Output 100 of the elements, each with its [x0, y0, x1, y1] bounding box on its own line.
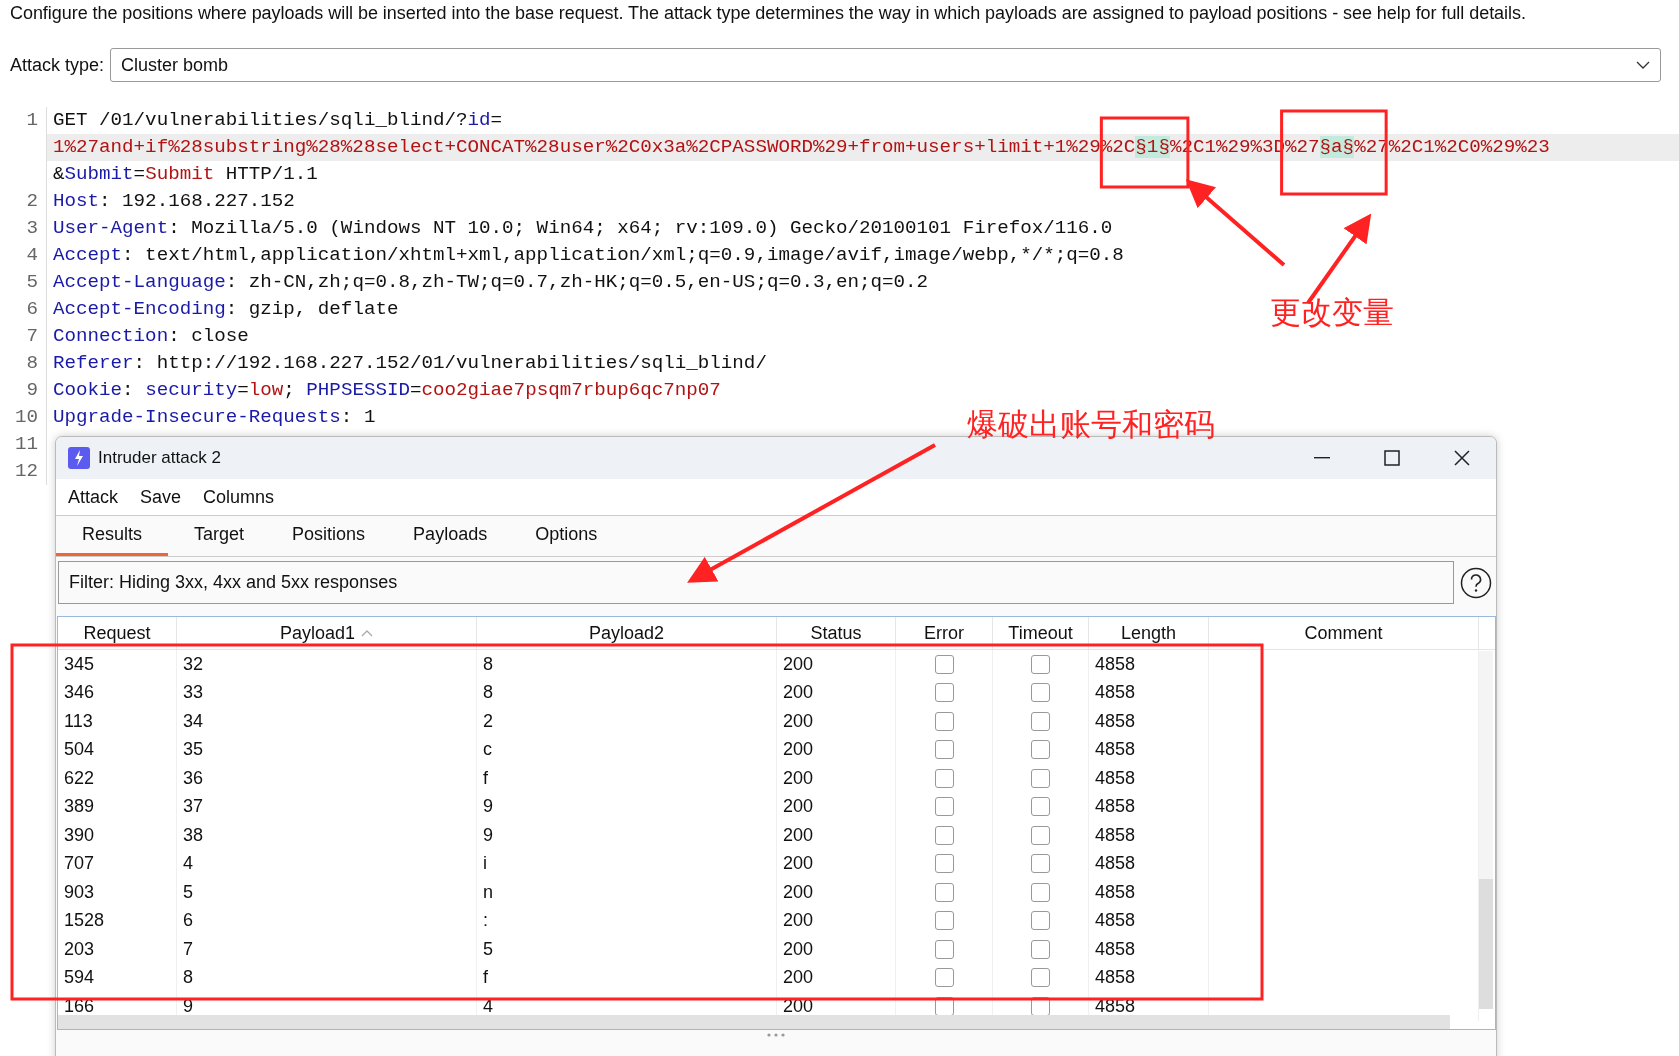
menu-item[interactable]: Save	[140, 486, 182, 508]
checkbox[interactable]	[934, 711, 954, 731]
table-cell: 38	[177, 821, 477, 850]
table-cell: 5	[177, 878, 477, 907]
checkbox[interactable]	[934, 768, 954, 788]
checkbox[interactable]	[1031, 854, 1050, 874]
header-name: Referer	[53, 352, 134, 374]
close-icon[interactable]	[1454, 450, 1470, 466]
checkbox[interactable]	[1031, 825, 1050, 845]
filter-bar[interactable]: Filter: Hiding 3xx, 4xx and 5xx responses	[58, 561, 1454, 604]
column-header[interactable]: Error	[896, 617, 993, 649]
tab[interactable]: Positions	[270, 516, 388, 556]
checkbox[interactable]	[1031, 911, 1050, 931]
checkbox[interactable]	[934, 683, 954, 703]
table-cell: 35	[177, 735, 477, 764]
table-cell: 4858	[1089, 963, 1209, 992]
checkbox[interactable]	[1031, 711, 1050, 731]
code-text: : text/html,application/xhtml+xml,application/xml;q=0.9,image/avif,image/webp,*/*;q=0.8	[122, 244, 1124, 266]
code-text: HTTP/1.1	[224, 163, 318, 185]
column-header[interactable]: Length	[1089, 617, 1209, 649]
tab[interactable]: Results	[56, 516, 169, 556]
line-number: 6	[10, 296, 47, 323]
lightning-icon	[68, 447, 90, 469]
column-header[interactable]: Comment	[1209, 617, 1479, 649]
checkbox[interactable]	[934, 825, 954, 845]
code-text: : zh-CN,zh;q=0.8,zh-TW;q=0.7,zh-HK;q=0.5,en-US;q=0.3,en;q=0.2	[225, 271, 929, 293]
checkbox[interactable]	[1031, 740, 1050, 760]
attack-type-label: Attack type:	[10, 54, 105, 76]
checkbox[interactable]	[1031, 939, 1050, 959]
column-header[interactable]: Status	[777, 617, 896, 649]
maximize-icon[interactable]	[1384, 450, 1400, 466]
table-cell: 203	[58, 935, 177, 964]
column-header[interactable]: Payload2	[477, 617, 777, 649]
column-header[interactable]: Timeout	[993, 617, 1089, 649]
table-cell: 4	[177, 849, 477, 878]
checkbox[interactable]	[934, 882, 954, 902]
checkbox[interactable]	[934, 911, 954, 931]
column-header[interactable]: Payload1	[177, 617, 477, 649]
code-text: : close	[168, 325, 249, 347]
minimize-icon[interactable]	[1314, 457, 1330, 459]
scrollbar[interactable]	[1479, 651, 1493, 1009]
table-cell: 5	[477, 935, 777, 964]
table-cell: 4858	[1089, 906, 1209, 935]
checkbox[interactable]	[934, 854, 954, 874]
checkbox[interactable]	[934, 740, 954, 760]
line-number: 3	[10, 215, 47, 242]
help-icon[interactable]	[1460, 566, 1492, 599]
tab[interactable]: Options	[513, 516, 620, 556]
line-number: 12	[10, 458, 47, 485]
checkbox[interactable]	[1031, 683, 1050, 703]
header-name: Submit	[64, 163, 134, 185]
code-text: : 1	[340, 406, 376, 428]
table-cell: 200	[777, 650, 896, 679]
table-cell: 200	[777, 906, 896, 935]
line-number: 10	[10, 404, 47, 431]
annotation-text: 更改变量	[1270, 293, 1394, 332]
table-cell: 2	[477, 707, 777, 736]
table-cell: 8	[177, 963, 477, 992]
menu-item[interactable]: Attack	[68, 486, 119, 508]
checkbox[interactable]	[1031, 654, 1050, 674]
table-cell: 903	[58, 878, 177, 907]
table-cell: 200	[777, 963, 896, 992]
checkbox[interactable]	[1031, 968, 1050, 988]
menu-item[interactable]: Columns	[203, 486, 275, 508]
header-name: Upgrade-Insecure-Requests	[53, 406, 341, 428]
tab[interactable]: Target	[172, 516, 267, 556]
table-cell: c	[477, 735, 777, 764]
checkbox[interactable]	[934, 968, 954, 988]
table-cell: 4858	[1089, 935, 1209, 964]
tab[interactable]: Payloads	[391, 516, 510, 556]
table-cell: 4858	[1089, 849, 1209, 878]
column-header[interactable]: Request	[58, 617, 177, 649]
horizontal-scrollbar[interactable]	[58, 1015, 1450, 1029]
description-text: Configure the positions where payloads will be inserted into the base request. The attack type determines the way in which payloads are assigned to payload positions - see help for full details.	[9, 2, 1527, 24]
table-cell: 113	[58, 707, 177, 736]
checkbox[interactable]	[934, 797, 954, 817]
annotation-text: 爆破出账号和密码	[967, 405, 1215, 444]
resize-handle[interactable]	[766, 1033, 786, 1037]
table-cell: 200	[777, 792, 896, 821]
checkbox[interactable]	[1031, 882, 1050, 902]
table-cell: 200	[777, 735, 896, 764]
table-cell: 200	[777, 878, 896, 907]
code-text: : Mozilla/5.0 (Windows NT 10.0; Win64; x64; rv:109.0) Gecko/20100101 Firefox/116.0	[168, 217, 1113, 239]
chevron-down-icon	[1636, 61, 1650, 69]
table-cell: 7	[177, 935, 477, 964]
table-cell: f	[477, 764, 777, 793]
checkbox[interactable]	[934, 939, 954, 959]
payload-marker: §1§	[1135, 136, 1170, 158]
header-name: Accept	[53, 244, 123, 266]
checkbox[interactable]	[1031, 797, 1050, 817]
checkbox[interactable]	[1031, 768, 1050, 788]
table-cell: i	[477, 849, 777, 878]
table-cell: 200	[777, 821, 896, 850]
attack-type-dropdown[interactable]: Cluster bomb	[110, 48, 1661, 82]
checkbox[interactable]	[934, 654, 954, 674]
line-number: 4	[10, 242, 47, 269]
table-cell: 9	[477, 821, 777, 850]
code-text: GET /01/vulnerabilities/sqli_blind/?	[53, 109, 468, 131]
table-cell: 390	[58, 821, 177, 850]
table-cell: 594	[58, 963, 177, 992]
